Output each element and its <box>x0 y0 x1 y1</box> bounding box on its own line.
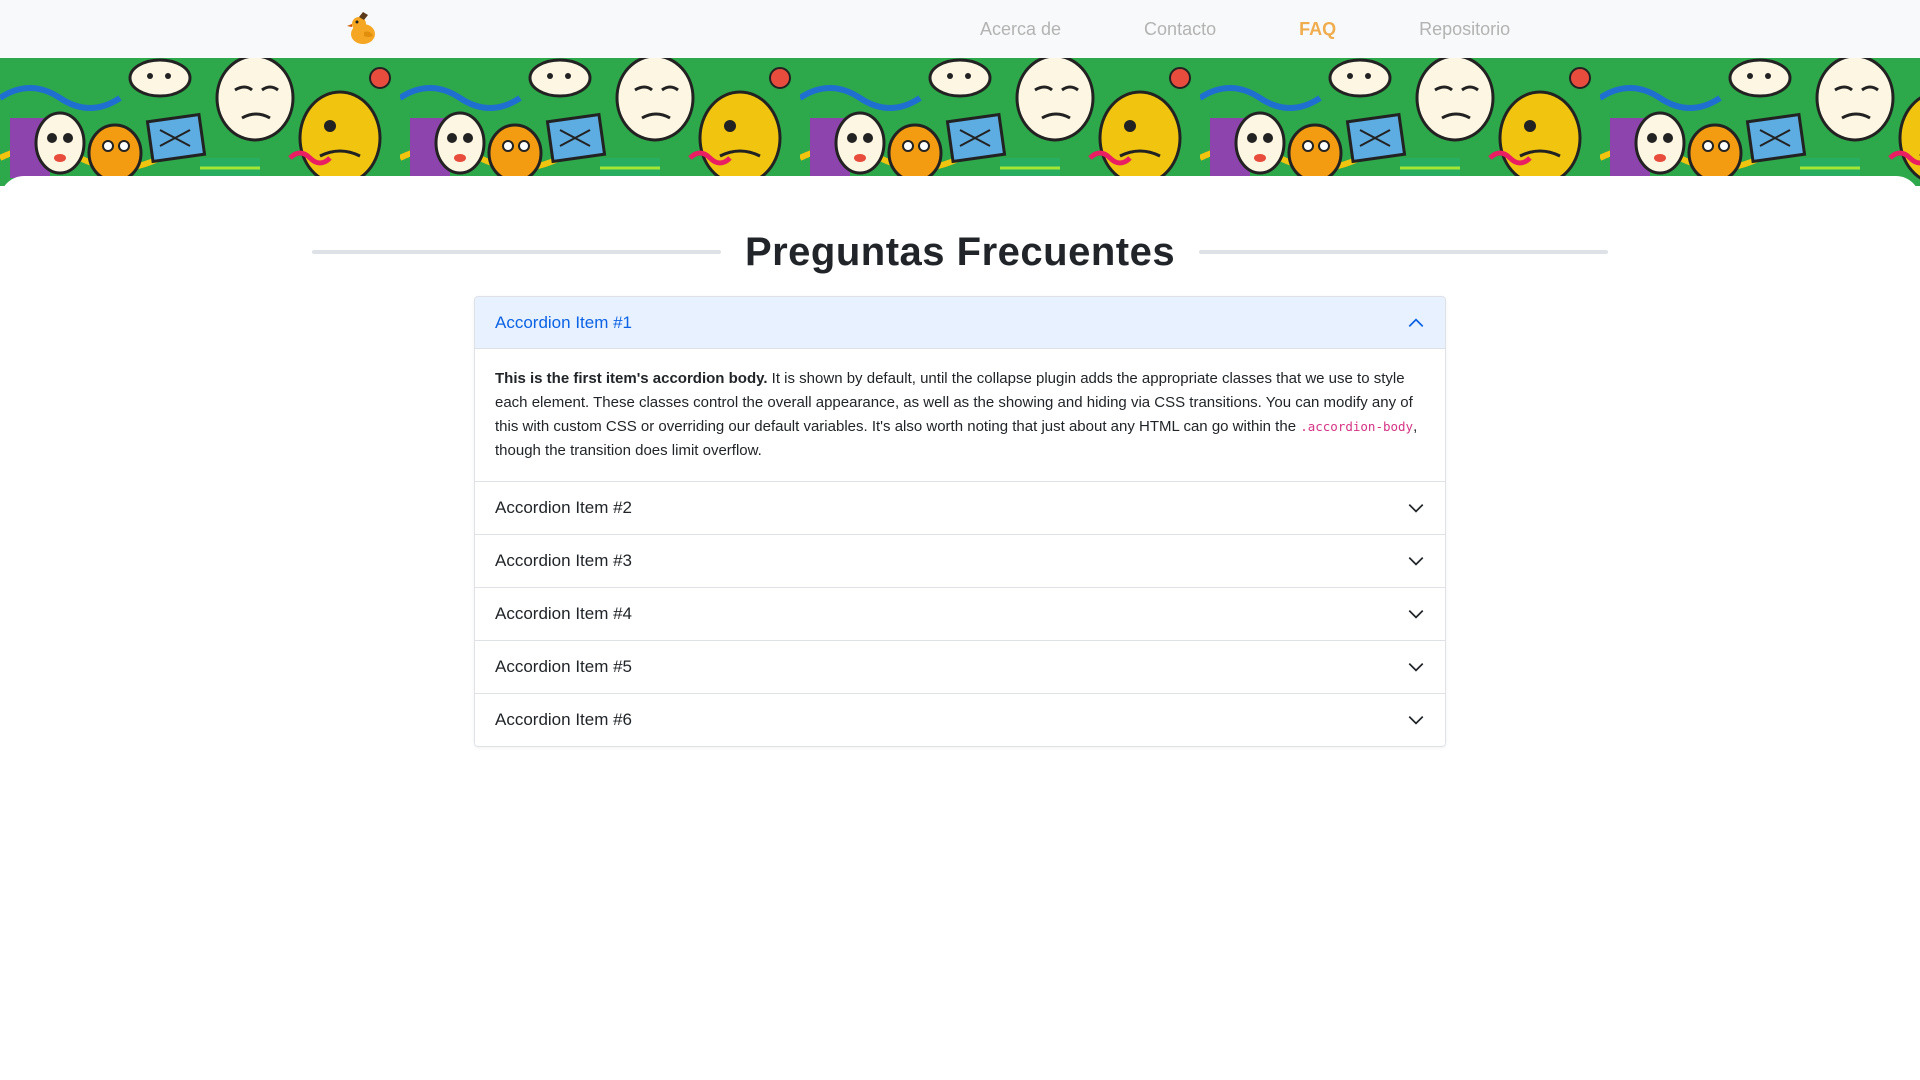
accordion-item-4-label: Accordion Item #4 <box>495 604 633 623</box>
duck-logo-icon[interactable] <box>346 12 378 46</box>
accordion-header-5[interactable]: Accordion Item #5 <box>475 641 1445 693</box>
accordion-item-2-label: Accordion Item #2 <box>495 498 633 517</box>
nav-link-acerca[interactable]: Acerca de <box>980 19 1061 40</box>
accordion-item-5-label: Accordion Item #5 <box>495 657 633 676</box>
nav-link-faq[interactable]: FAQ <box>1299 19 1336 40</box>
chevron-down-icon <box>1408 663 1424 672</box>
navbar: Acerca de Contacto FAQ Repositorio <box>0 0 1920 58</box>
accordion-item-5: Accordion Item #5 <box>475 641 1445 694</box>
accordion-body-code: .accordion-body <box>1300 419 1414 434</box>
faq-accordion: Accordion Item #1 This is the first item… <box>474 296 1446 747</box>
accordion-item-4: Accordion Item #4 <box>475 588 1445 641</box>
accordion-item-6-label: Accordion Item #6 <box>495 710 633 729</box>
chevron-down-icon <box>1408 716 1424 725</box>
chevron-down-icon <box>1408 504 1424 513</box>
accordion-body-strong: This is the first item's accordion body. <box>495 370 768 387</box>
accordion-header-6[interactable]: Accordion Item #6 <box>475 694 1445 746</box>
chevron-up-icon <box>1408 317 1424 327</box>
page-heading: Preguntas Frecuentes <box>312 224 1609 280</box>
accordion-header-1[interactable]: Accordion Item #1 <box>475 297 1445 349</box>
accordion-body-1: This is the first item's accordion body.… <box>475 349 1445 481</box>
nav-links: Acerca de Contacto FAQ Repositorio <box>980 0 1593 58</box>
heading-divider-right <box>1199 250 1609 254</box>
heading-divider-left <box>312 250 721 254</box>
accordion-item-2: Accordion Item #2 <box>475 482 1445 535</box>
accordion-item-1: Accordion Item #1 This is the first item… <box>475 297 1445 482</box>
nav-link-contacto[interactable]: Contacto <box>1144 19 1216 40</box>
accordion-header-3[interactable]: Accordion Item #3 <box>475 535 1445 587</box>
main-content: Preguntas Frecuentes Accordion Item #1 T… <box>0 176 1920 1080</box>
accordion-header-2[interactable]: Accordion Item #2 <box>475 482 1445 534</box>
accordion-header-4[interactable]: Accordion Item #4 <box>475 588 1445 640</box>
hero-banner-image <box>0 58 1920 186</box>
page-title: Preguntas Frecuentes <box>744 229 1176 274</box>
chevron-down-icon <box>1408 610 1424 619</box>
accordion-item-1-label: Accordion Item #1 <box>495 312 633 332</box>
chevron-down-icon <box>1408 557 1424 566</box>
accordion-item-3: Accordion Item #3 <box>475 535 1445 588</box>
accordion-item-3-label: Accordion Item #3 <box>495 551 633 570</box>
nav-link-repositorio[interactable]: Repositorio <box>1419 19 1510 40</box>
accordion-item-6: Accordion Item #6 <box>475 694 1445 746</box>
